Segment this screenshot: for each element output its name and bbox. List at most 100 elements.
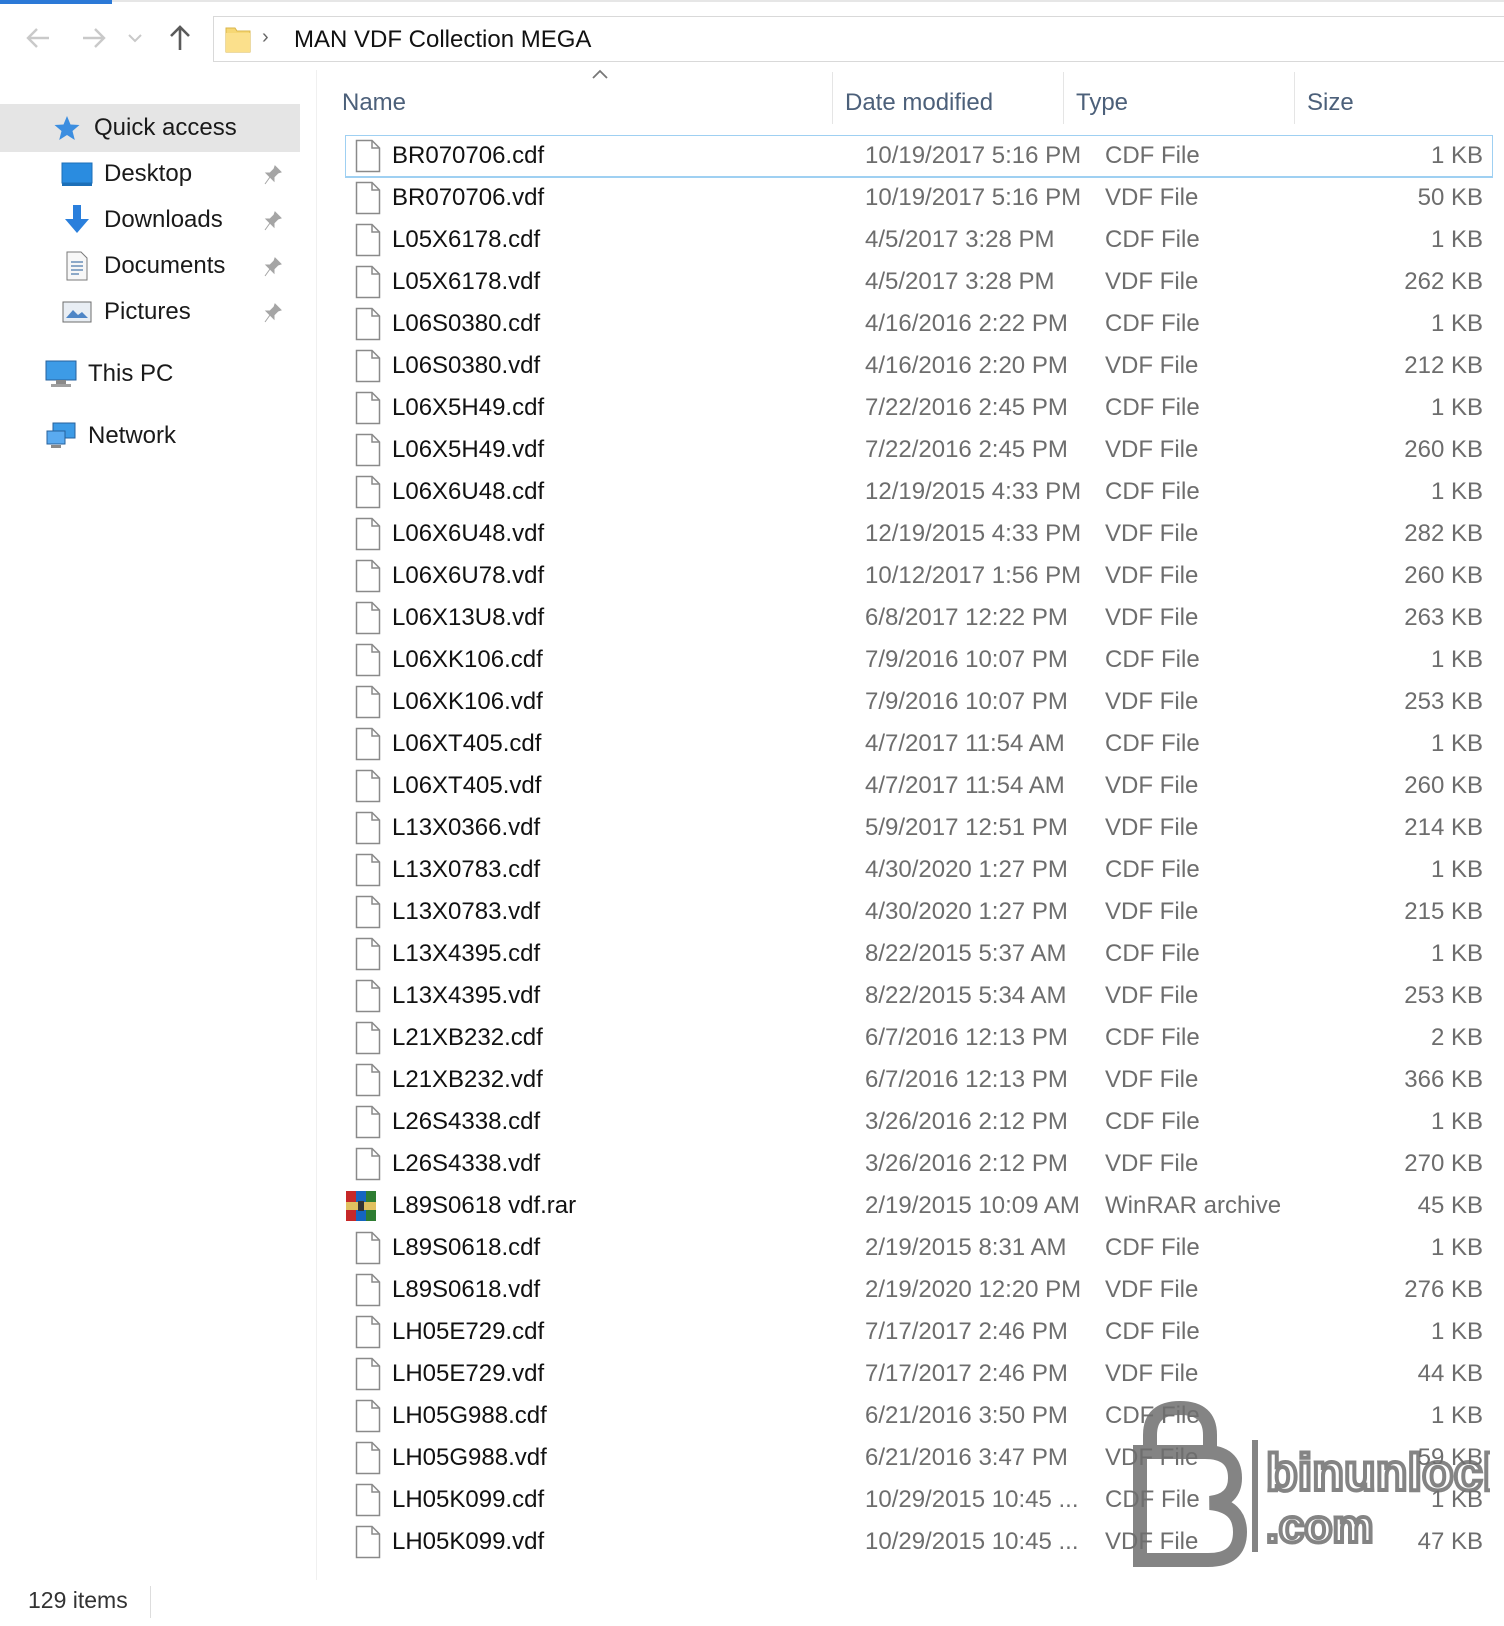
column-divider[interactable]: [1063, 72, 1064, 124]
pin-icon[interactable]: [264, 256, 282, 284]
breadcrumb-current-folder[interactable]: MAN VDF Collection MEGA: [294, 26, 591, 54]
file-type: VDF File: [1105, 268, 1199, 295]
file-date-modified: 7/22/2016 2:45 PM: [865, 394, 1068, 421]
pin-icon[interactable]: [264, 210, 282, 238]
file-name: L06X5H49.cdf: [392, 394, 545, 421]
file-name: L05X6178.cdf: [392, 226, 541, 253]
table-row[interactable]: L06XT405.vdf 4/7/2017 11:54 AM VDF File 260…: [345, 765, 1493, 807]
file-icon: [355, 265, 381, 299]
column-header-name[interactable]: Name: [342, 80, 832, 126]
table-row[interactable]: LH05G988.cdf 6/21/2016 3:50 PM CDF File 1 K…: [345, 1395, 1493, 1437]
table-row[interactable]: L13X4395.vdf 8/22/2015 5:34 AM VDF File 253…: [345, 975, 1493, 1017]
sidebar-item-downloads[interactable]: Downloads: [60, 196, 300, 244]
forward-arrow-icon[interactable]: [74, 18, 114, 58]
breadcrumb-separator-icon[interactable]: ›: [262, 26, 269, 49]
table-row[interactable]: BR070706.cdf 10/19/2017 5:16 PM CDF File 1 …: [345, 135, 1493, 178]
table-row[interactable]: LH05L180.cdf5/14/2016 11:24 AMCDF File1 …: [345, 1563, 1493, 1565]
file-name: L13X4395.vdf: [392, 982, 541, 1009]
file-name: LH05K099.cdf: [392, 1486, 545, 1513]
file-icon: [355, 937, 381, 971]
table-row[interactable]: L05X6178.vdf 4/5/2017 3:28 PM VDF File 262 …: [345, 261, 1493, 303]
up-arrow-icon[interactable]: [160, 18, 200, 58]
file-type: CDF File: [1105, 478, 1200, 505]
file-name: L21XB232.vdf: [392, 1066, 543, 1093]
table-row[interactable]: LH05G988.vdf 6/21/2016 3:47 PM VDF File 59 …: [345, 1437, 1493, 1479]
pin-icon[interactable]: [264, 302, 282, 330]
sidebar-item-documents[interactable]: Documents: [60, 242, 300, 290]
file-size: 260 KB: [1404, 436, 1483, 463]
column-header-date-modified[interactable]: Date modified: [845, 80, 1063, 126]
file-name: L06X5H49.vdf: [392, 436, 545, 463]
table-row[interactable]: L89S0618.vdf 2/19/2020 12:20 PM VDF File 27…: [345, 1269, 1493, 1311]
desktop-icon: [60, 157, 94, 191]
file-date-modified: 3/26/2016 2:12 PM: [865, 1150, 1068, 1177]
address-bar[interactable]: › MAN VDF Collection MEGA: [213, 16, 1504, 62]
table-row[interactable]: L13X0783.cdf 4/30/2020 1:27 PM CDF File 1 K…: [345, 849, 1493, 891]
file-date-modified: 7/17/2017 2:46 PM: [865, 1360, 1068, 1387]
table-row[interactable]: L06S0380.cdf 4/16/2016 2:22 PM CDF File 1 K…: [345, 303, 1493, 345]
file-icon: [355, 223, 381, 257]
table-row[interactable]: L21XB232.vdf 6/7/2016 12:13 PM VDF File 366…: [345, 1059, 1493, 1101]
file-icon: [355, 979, 381, 1013]
file-name: L06X6U48.cdf: [392, 478, 545, 505]
pane-divider[interactable]: [316, 70, 317, 1580]
table-row[interactable]: LH05K099.cdf 10/29/2015 10:45 ... CDF File…: [345, 1479, 1493, 1521]
file-size: 1 KB: [1430, 646, 1483, 673]
file-size: 366 KB: [1404, 1066, 1483, 1093]
back-arrow-icon[interactable]: [18, 18, 58, 58]
item-count: 129 items: [28, 1587, 128, 1613]
table-row[interactable]: L06S0380.vdf 4/16/2016 2:20 PM VDF File 212…: [345, 345, 1493, 387]
table-row[interactable]: BR070706.vdf 10/19/2017 5:16 PM VDF File 50…: [345, 177, 1493, 219]
sidebar-item-pictures[interactable]: Pictures: [60, 288, 300, 336]
file-size: 1 KB: [1430, 478, 1483, 505]
file-size: 1 KB: [1430, 226, 1483, 253]
file-size: 1 KB: [1430, 1318, 1483, 1345]
table-row[interactable]: L06XK106.cdf 7/9/2016 10:07 PM CDF File 1 K…: [345, 639, 1493, 681]
file-type: CDF File: [1105, 940, 1200, 967]
document-icon: [60, 249, 94, 283]
file-date-modified: 4/7/2017 11:54 AM: [865, 730, 1065, 757]
table-row[interactable]: L13X0783.vdf 4/30/2020 1:27 PM VDF File 215…: [345, 891, 1493, 933]
table-row[interactable]: LH05E729.cdf 7/17/2017 2:46 PM CDF File 1 K…: [345, 1311, 1493, 1353]
sidebar-item-desktop[interactable]: Desktop: [60, 150, 300, 198]
table-row[interactable]: L06X6U48.vdf 12/19/2015 4:33 PM VDF File 28…: [345, 513, 1493, 555]
file-name: L06S0380.cdf: [392, 310, 541, 337]
table-row[interactable]: L26S4338.cdf 3/26/2016 2:12 PM CDF File 1 K…: [345, 1101, 1493, 1143]
sidebar-item-this-pc[interactable]: This PC: [44, 350, 300, 398]
file-name: BR070706.cdf: [392, 142, 545, 169]
table-row[interactable]: L13X0366.vdf 5/9/2017 12:51 PM VDF File 214…: [345, 807, 1493, 849]
table-row[interactable]: L21XB232.cdf 6/7/2016 12:13 PM CDF File 2 K…: [345, 1017, 1493, 1059]
table-row[interactable]: LH05E729.vdf 7/17/2017 2:46 PM VDF File 44 …: [345, 1353, 1493, 1395]
chevron-down-icon[interactable]: [120, 18, 150, 58]
table-row[interactable]: L06X5H49.vdf 7/22/2016 2:45 PM VDF File 260…: [345, 429, 1493, 471]
pin-icon[interactable]: [264, 164, 282, 192]
table-row[interactable]: L13X4395.cdf 8/22/2015 5:37 AM CDF File 1 K…: [345, 933, 1493, 975]
table-row[interactable]: L89S0618.cdf 2/19/2015 8:31 AM CDF File 1 K…: [345, 1227, 1493, 1269]
table-row[interactable]: L89S0618 vdf.rar 2/19/2015 10:09 AM WinRAR…: [345, 1185, 1493, 1227]
column-divider[interactable]: [832, 72, 833, 124]
table-row[interactable]: L26S4338.vdf 3/26/2016 2:12 PM VDF File 270…: [345, 1143, 1493, 1185]
table-row[interactable]: L06X5H49.cdf 7/22/2016 2:45 PM CDF File 1 K…: [345, 387, 1493, 429]
file-type: CDF File: [1105, 1108, 1200, 1135]
column-header-size[interactable]: Size: [1307, 80, 1497, 126]
sidebar-item-network[interactable]: Network: [44, 412, 300, 460]
table-row[interactable]: L06X13U8.vdf 6/8/2017 12:22 PM VDF File 263…: [345, 597, 1493, 639]
file-name: LH05E729.cdf: [392, 1318, 545, 1345]
sidebar-item-quick-access[interactable]: Quick access: [0, 104, 300, 152]
file-date-modified: 4/16/2016 2:20 PM: [865, 352, 1068, 379]
file-type: VDF File: [1105, 1276, 1199, 1303]
table-row[interactable]: L06X6U78.vdf 10/12/2017 1:56 PM VDF File 26…: [345, 555, 1493, 597]
file-type: CDF File: [1105, 310, 1200, 337]
column-header-type[interactable]: Type: [1076, 80, 1294, 126]
table-row[interactable]: L05X6178.cdf 4/5/2017 3:28 PM CDF File 1 KB: [345, 219, 1493, 261]
table-row[interactable]: L06XT405.cdf 4/7/2017 11:54 AM CDF File 1 K…: [345, 723, 1493, 765]
column-divider[interactable]: [1294, 72, 1295, 124]
file-icon: [355, 1147, 381, 1181]
table-row[interactable]: L06XK106.vdf 7/9/2016 10:07 PM VDF File 253…: [345, 681, 1493, 723]
table-row[interactable]: L06X6U48.cdf 12/19/2015 4:33 PM CDF File 1 …: [345, 471, 1493, 513]
file-size: 1 KB: [1430, 730, 1483, 757]
file-icon: [355, 1231, 381, 1265]
file-icon: [355, 139, 381, 173]
table-row[interactable]: LH05K099.vdf 10/29/2015 10:45 ... VDF File…: [345, 1521, 1493, 1563]
file-type: VDF File: [1105, 688, 1199, 715]
